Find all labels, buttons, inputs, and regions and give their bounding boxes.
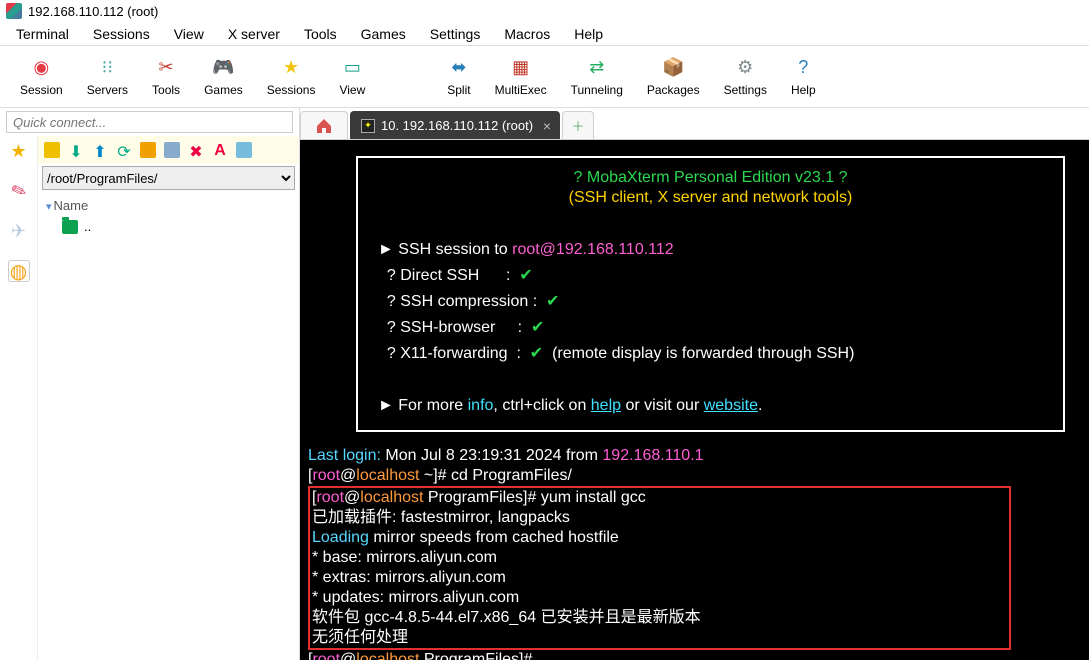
highlight-box: [root@localhost ProgramFiles]# yum insta…	[308, 486, 1011, 650]
close-icon[interactable]: ×	[543, 118, 551, 134]
games-icon: 🎮	[212, 57, 234, 79]
send-icon[interactable]: ✈	[8, 220, 30, 242]
session-button[interactable]: ◉Session	[8, 57, 75, 97]
upload-icon[interactable]: ⬆	[92, 142, 108, 158]
tab-label: 10. 192.168.110.112 (root)	[381, 118, 533, 133]
refresh-icon[interactable]: ⟳	[116, 142, 132, 158]
servers-icon: ⁝⁝	[96, 57, 118, 79]
sidebar: ★ ✎ ✈ ◍ ⬇ ⬆ ⟳ ✖ A	[0, 108, 300, 660]
menu-view[interactable]: View	[162, 24, 216, 44]
window-title: 192.168.110.112 (root)	[28, 4, 158, 19]
tab-home[interactable]	[300, 111, 348, 139]
view-button[interactable]: ▭View	[327, 57, 377, 97]
terminal-body: Last login: Mon Jul 8 23:19:31 2024 from…	[300, 446, 1089, 660]
tunneling-icon: ⇄	[586, 57, 608, 79]
menu-tools[interactable]: Tools	[292, 24, 349, 44]
banner-title: ? MobaXterm Personal Edition v23.1 ?	[378, 168, 1043, 188]
packages-icon: 📦	[662, 57, 684, 79]
path-select[interactable]: /root/ProgramFiles/	[42, 166, 295, 190]
quick-connect-row	[0, 108, 299, 136]
list-item[interactable]: ..	[46, 217, 291, 236]
help-button[interactable]: ?Help	[779, 57, 828, 97]
tunneling-button[interactable]: ⇄Tunneling	[559, 57, 635, 97]
tools-icon: ✂	[155, 57, 177, 79]
side-rail: ★ ✎ ✈ ◍	[0, 136, 38, 660]
servers-button[interactable]: ⁝⁝Servers	[75, 57, 140, 97]
sessions-icon: ★	[280, 57, 302, 79]
file-toolbar: ⬇ ⬆ ⟳ ✖ A	[38, 136, 299, 164]
wrench-icon[interactable]: ✎	[4, 177, 32, 205]
menu-settings[interactable]: Settings	[418, 24, 493, 44]
file-panel: ⬇ ⬆ ⟳ ✖ A /root/ProgramFiles/ ▾Name	[38, 136, 299, 660]
help-icon: ?	[792, 57, 814, 79]
settings-button[interactable]: ⚙Settings	[712, 57, 779, 97]
parent-dir-label: ..	[84, 219, 91, 234]
menu-games[interactable]: Games	[349, 24, 418, 44]
delete-icon[interactable]: ✖	[188, 142, 204, 158]
plus-icon: ＋	[572, 116, 585, 135]
session-icon: ◉	[30, 57, 52, 79]
edit-icon[interactable]: A	[212, 142, 228, 158]
folder-icon	[62, 220, 78, 234]
packages-button[interactable]: 📦Packages	[635, 57, 712, 97]
star-icon[interactable]: ★	[8, 140, 30, 162]
menu-help[interactable]: Help	[562, 24, 615, 44]
menu-macros[interactable]: Macros	[492, 24, 562, 44]
home-icon	[315, 118, 333, 134]
terminal-icon: ✦	[361, 119, 375, 133]
menu-bar: TerminalSessionsViewX serverToolsGamesSe…	[0, 22, 1089, 46]
file-list-header: Name	[54, 198, 89, 213]
toggle-icon[interactable]	[236, 142, 252, 158]
banner-subtitle: (SSH client, X server and network tools)	[378, 188, 1043, 208]
multiexec-button[interactable]: ▦MultiExec	[483, 57, 559, 97]
globe-icon[interactable]: ◍	[8, 260, 30, 282]
sessions-button[interactable]: ★Sessions	[255, 57, 328, 97]
main-toolbar: ◉Session⁝⁝Servers✂Tools🎮Games★Sessions▭V…	[0, 46, 1089, 108]
tab-add[interactable]: ＋	[562, 111, 594, 139]
title-bar: 192.168.110.112 (root)	[0, 0, 1089, 22]
menu-x-server[interactable]: X server	[216, 24, 292, 44]
games-button[interactable]: 🎮Games	[192, 57, 255, 97]
menu-terminal[interactable]: Terminal	[4, 24, 81, 44]
website-link[interactable]: website	[704, 397, 758, 414]
help-link[interactable]: help	[591, 397, 621, 414]
split-button[interactable]: ⬌Split	[435, 57, 482, 97]
file-list: ▾Name ..	[38, 192, 299, 242]
banner-box: ? MobaXterm Personal Edition v23.1 ? (SS…	[356, 156, 1065, 432]
multiexec-icon: ▦	[510, 57, 532, 79]
quick-connect-input[interactable]	[6, 111, 293, 133]
tools-button[interactable]: ✂Tools	[140, 57, 192, 97]
copy-icon[interactable]	[164, 142, 180, 158]
download-icon[interactable]: ⬇	[68, 142, 84, 158]
terminal-view[interactable]: ? MobaXterm Personal Edition v23.1 ? (SS…	[300, 140, 1089, 660]
new-folder-icon[interactable]	[140, 142, 156, 158]
settings-icon: ⚙	[734, 57, 756, 79]
tab-session-active[interactable]: ✦ 10. 192.168.110.112 (root) ×	[350, 111, 560, 139]
app-icon	[6, 3, 22, 19]
split-icon: ⬌	[448, 57, 470, 79]
ssh-target: root@192.168.110.112	[512, 241, 674, 258]
folder-up-icon[interactable]	[44, 142, 60, 158]
view-icon: ▭	[341, 57, 363, 79]
tabs-bar: ✦ 10. 192.168.110.112 (root) × ＋	[300, 108, 1089, 140]
menu-sessions[interactable]: Sessions	[81, 24, 162, 44]
